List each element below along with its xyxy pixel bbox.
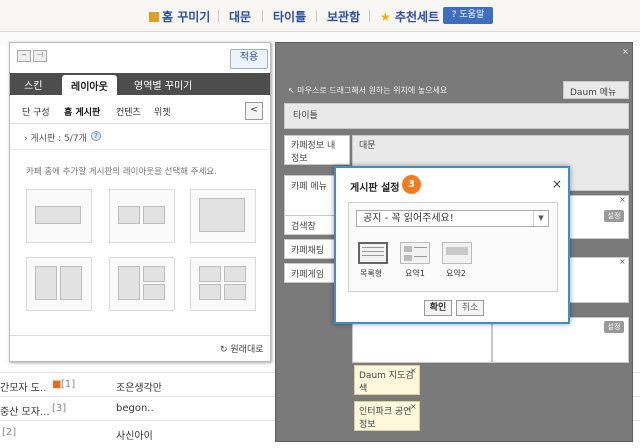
step-badge: 3 <box>402 175 421 194</box>
line <box>414 247 427 248</box>
thumb <box>404 255 412 261</box>
comment-count: [1] <box>61 379 76 390</box>
layout-option[interactable] <box>109 257 175 311</box>
subtab-widget[interactable]: 위젯 <box>154 105 171 118</box>
option-label: 요약2 <box>446 269 466 278</box>
layout-option[interactable] <box>26 257 92 311</box>
layout-option[interactable] <box>109 189 175 243</box>
recommend-set-link[interactable]: ★ 추천세트 <box>380 8 439 25</box>
apply-button[interactable]: 적용 <box>230 49 268 69</box>
layout-cell <box>118 266 140 300</box>
close-icon[interactable]: × <box>410 366 417 375</box>
layout-option[interactable] <box>190 189 256 243</box>
line <box>362 247 384 248</box>
close-icon[interactable]: × <box>552 177 562 191</box>
summary1-layout-option[interactable] <box>400 242 430 264</box>
comment-count: [2] <box>2 427 17 438</box>
layout-cell <box>143 284 165 300</box>
layout-description: 카페 홈에 추가할 게시판의 레이아웃을 선택해 주세요. <box>26 167 217 177</box>
cafe-info-block[interactable]: 카페정보 내정보 <box>284 135 350 165</box>
divider <box>10 123 270 124</box>
divider <box>316 10 317 22</box>
top-navigation: 홈 꾸미기 대문 타이틀 보관함 ★ 추천세트 ? 도움말 <box>0 0 640 32</box>
chevron-down-icon[interactable]: ▼ <box>533 211 548 226</box>
title-link[interactable]: 타이틀 <box>273 8 306 25</box>
list-item-author[interactable]: 사신아이 <box>116 427 153 442</box>
board-settings-dialog: 게시판 설정 3 × 공지 - 꼭 읽어주세요! ▼ 목록형 요약1 요약2 확… <box>334 166 570 324</box>
comment-count: [3] <box>52 403 67 414</box>
layout-cell <box>35 206 81 224</box>
summary2-layout-option[interactable] <box>442 242 472 264</box>
tab-layout[interactable]: 레이아웃 <box>62 75 117 98</box>
title-block[interactable]: 타이틀 <box>284 103 629 129</box>
setting-button[interactable]: 설정 <box>604 210 624 222</box>
reset-button[interactable]: ↻ 원래대로 <box>220 342 264 355</box>
storage-link[interactable]: 보관함 <box>327 8 360 25</box>
confirm-button[interactable]: 확인 <box>424 300 452 316</box>
close-icon[interactable]: × <box>619 195 626 204</box>
layout-cell <box>60 266 82 300</box>
divider <box>10 149 270 150</box>
dialog-title: 게시판 설정 <box>350 183 400 194</box>
minimize-icon[interactable]: − <box>17 50 31 62</box>
setting-button[interactable]: 설정 <box>604 321 624 333</box>
divider <box>218 10 219 22</box>
option-label: 목록형 <box>360 269 383 278</box>
list-item-title[interactable]: 중산 모자... <box>0 403 50 418</box>
layout-cell <box>199 266 221 282</box>
list-item-author[interactable]: 조은생각만 <box>116 379 162 394</box>
layout-cell <box>224 266 246 282</box>
board-select[interactable]: 공지 - 꼭 읽어주세요! ▼ <box>356 210 549 227</box>
line <box>362 251 384 252</box>
daum-menu-block[interactable]: Daum 메뉴 <box>563 81 629 99</box>
list-item-author[interactable]: begon.. <box>116 403 154 414</box>
divider <box>369 10 370 22</box>
layout-cell <box>143 206 165 224</box>
star-icon: ★ <box>380 10 391 24</box>
layout-option[interactable] <box>26 189 92 243</box>
subtab-column[interactable]: 단 구성 <box>22 105 50 118</box>
board-count: › 게시판 : 5/7개 <box>24 134 87 144</box>
line <box>362 255 384 256</box>
thumb <box>404 246 412 252</box>
close-icon[interactable]: × <box>622 47 629 56</box>
tab-skin[interactable]: 스킨 <box>24 77 42 92</box>
chevron-left-icon[interactable]: < <box>245 102 263 120</box>
box-icon <box>149 12 159 22</box>
layout-cell <box>199 284 221 300</box>
close-icon[interactable]: × <box>410 402 417 411</box>
cancel-button[interactable]: 취소 <box>456 300 484 316</box>
close-icon[interactable]: × <box>619 257 626 266</box>
list-layout-option[interactable] <box>358 242 388 264</box>
thumb <box>446 247 468 255</box>
subtab-home-board[interactable]: 홈 게시판 <box>64 105 100 118</box>
home-decorate-link[interactable]: 홈 꾸미기 <box>149 8 210 25</box>
layout-cell <box>224 284 246 300</box>
panel-tabs: 스킨 레이아웃 영역별 꾸미기 <box>10 73 270 98</box>
option-label: 요약1 <box>405 269 425 278</box>
tab-area-decorate[interactable]: 영역별 꾸미기 <box>134 77 192 92</box>
layout-cell <box>118 206 140 224</box>
layout-option[interactable] <box>190 257 256 311</box>
help-button[interactable]: ? 도움말 <box>443 7 493 24</box>
drag-hint: ↖ 마우스로 드래그해서 원하는 위치에 놓으세요 <box>288 86 448 95</box>
layout-cell <box>143 266 165 282</box>
layout-cell <box>35 266 57 300</box>
main-link[interactable]: 대문 <box>229 8 251 25</box>
divider <box>10 335 270 336</box>
layout-cell <box>199 198 245 232</box>
subtab-contents[interactable]: 컨텐츠 <box>116 105 141 118</box>
line <box>414 256 427 257</box>
pin-icon[interactable]: ⊣ <box>33 50 47 62</box>
layout-settings-panel: − ⊣ 적용 스킨 레이아웃 영역별 꾸미기 단 구성 홈 게시판 컨텐츠 위젯… <box>9 42 271 362</box>
list-item-title[interactable]: 간모자 도.. <box>0 379 46 394</box>
divider <box>262 10 263 22</box>
help-icon[interactable]: ? <box>91 131 101 141</box>
